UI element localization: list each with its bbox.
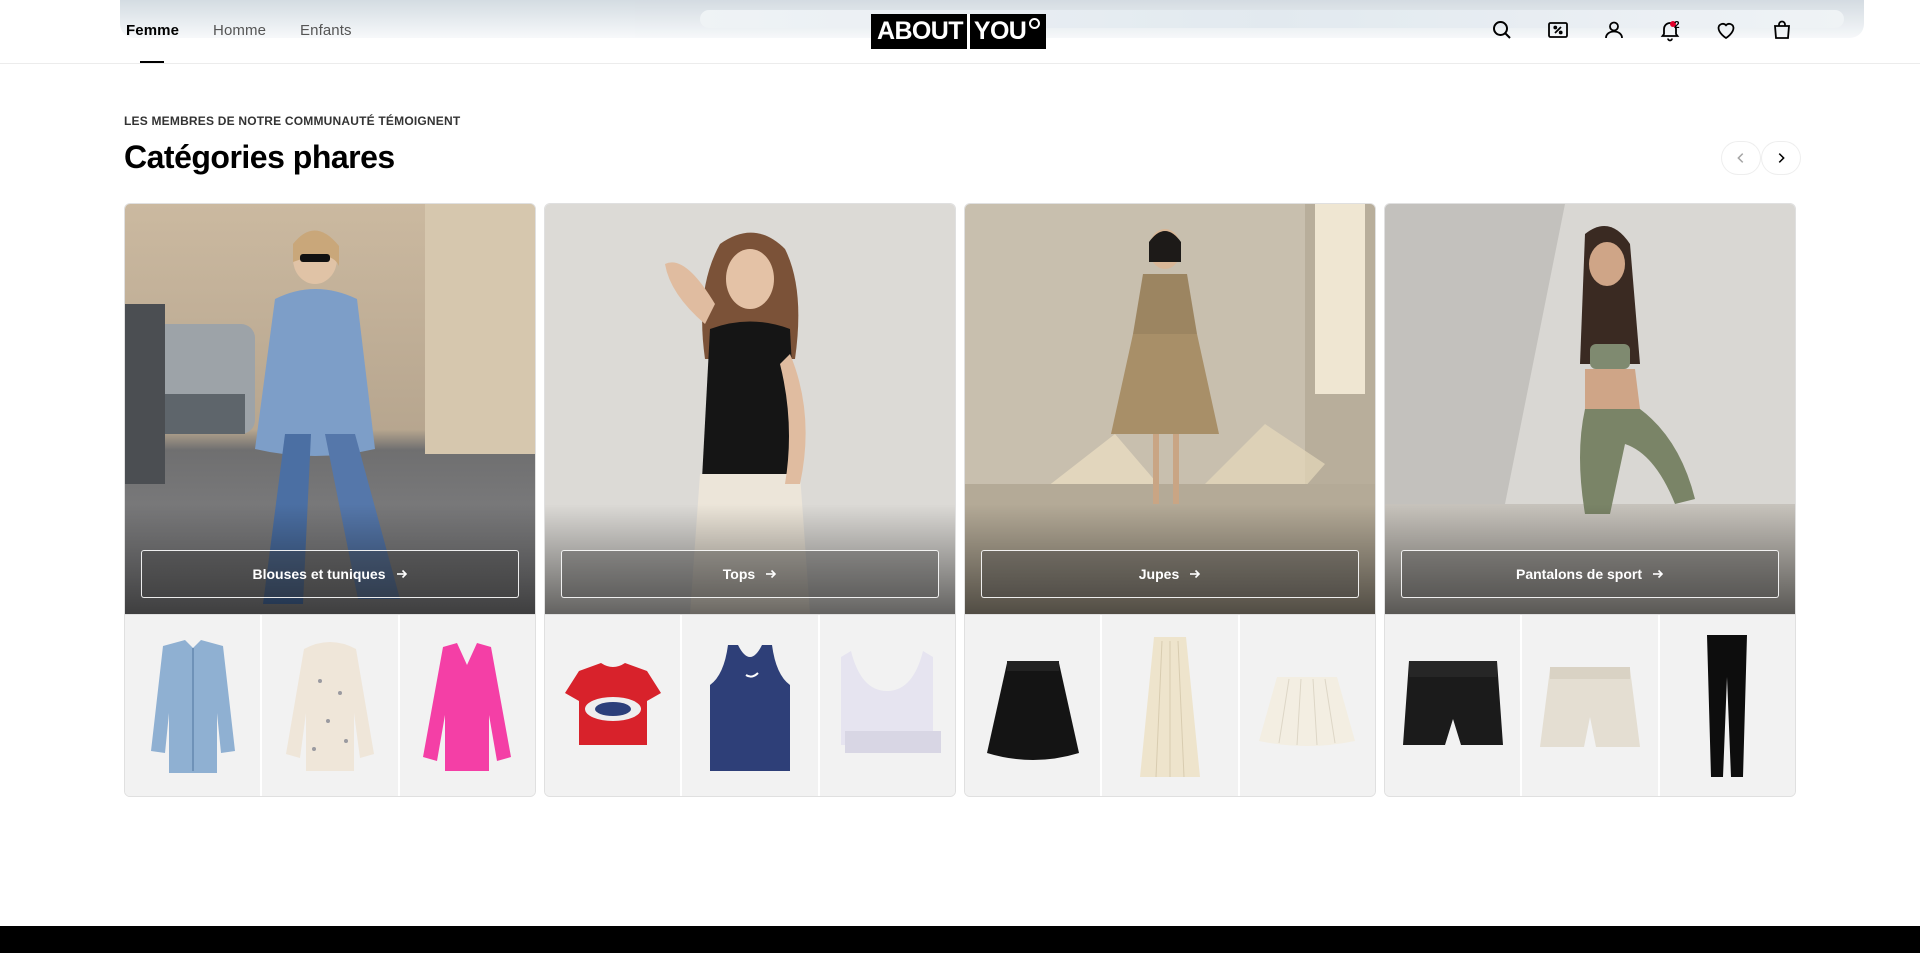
product-tile-pink-blouse[interactable] [399,615,535,796]
category-card-pantalons-sport: Pantalons de sport [1384,203,1796,797]
product-row [125,614,535,796]
category-hero-image[interactable]: Pantalons de sport [1385,204,1795,614]
black-sport-shorts-image [1402,660,1503,745]
white-sport-top-image [841,650,942,753]
logo-text-left: ABOUT [877,17,963,45]
section-title: Catégories phares [124,139,395,175]
category-carousel: Blouses et tuniques Tops Jupes Pantalons… [124,203,1796,797]
carousel-controls [1722,142,1800,174]
beige-shorts-image [1539,666,1640,747]
category-button-blouses[interactable]: Blouses et tuniques [141,550,519,598]
nav-item-enfants[interactable]: Enfants [300,22,352,39]
about-you-logo[interactable]: ABOUT YOU [871,14,1047,49]
product-tile-cream-maxi-skirt[interactable] [1102,615,1240,796]
bag-icon[interactable] [1770,18,1794,42]
black-leggings-image [1707,634,1748,777]
product-tile-navy-tank-top[interactable] [682,615,820,796]
heart-icon[interactable] [1714,18,1738,42]
account-icon[interactable] [1602,18,1626,42]
red-graphic-tee-image [564,662,661,745]
black-mini-skirt-image [986,660,1079,760]
header-actions: 2 [1490,18,1794,42]
product-tile-white-pleated-skirt[interactable] [1239,615,1375,796]
nav-item-homme[interactable]: Homme [213,22,266,39]
arrow-right-icon [766,569,777,579]
logo-separator [966,14,970,49]
category-button-label: Blouses et tuniques [252,566,386,582]
product-row [965,614,1375,796]
bell-icon[interactable]: 2 [1658,18,1682,42]
category-button-jupes[interactable]: Jupes [981,550,1359,598]
carousel-next-button[interactable] [1762,142,1800,174]
product-row [545,614,955,796]
arrow-right-icon [396,569,407,579]
product-row [1385,614,1795,796]
search-icon[interactable] [1490,18,1514,42]
white-pleated-skirt-image [1259,676,1356,746]
category-hero-image[interactable]: Jupes [965,204,1375,614]
logo-mark-icon [1029,18,1041,29]
floral-blouse-image [285,641,374,771]
nav-item-femme[interactable]: Femme [126,22,179,39]
category-button-tops[interactable]: Tops [561,550,939,598]
product-tile-black-sport-shorts[interactable] [1385,615,1523,796]
product-tile-red-graphic-tee[interactable] [545,615,683,796]
category-hero-image[interactable]: Blouses et tuniques [125,204,535,614]
cream-maxi-skirt-image [1139,636,1200,777]
footer-bar [0,926,1920,953]
site-header: Femme Homme Enfants ABOUT YOU 2 [0,0,1920,64]
gender-nav: Femme Homme Enfants [126,22,352,39]
product-tile-black-mini-skirt[interactable] [965,615,1103,796]
arrow-right-icon [1653,569,1664,579]
category-card-tops: Tops [544,203,956,797]
chevron-left-icon [1737,153,1744,163]
category-card-jupes: Jupes [964,203,1376,797]
product-tile-beige-shorts[interactable] [1522,615,1660,796]
section-eyebrow: LES MEMBRES DE NOTRE COMMUNAUTÉ TÉMOIGNE… [124,114,461,128]
pink-blouse-image [423,642,512,771]
category-button-label: Pantalons de sport [1515,566,1643,582]
product-tile-black-leggings[interactable] [1659,615,1795,796]
category-button-label: Jupes [1138,566,1180,582]
header-bar: Femme Homme Enfants ABOUT YOU 2 [0,0,1920,64]
logo-text-right: YOU [973,17,1027,45]
product-tile-white-sport-top[interactable] [819,615,955,796]
notification-count: 2 [1674,20,1680,31]
category-button-label: Tops [722,566,756,582]
category-button-pantalons-sport[interactable]: Pantalons de sport [1401,550,1779,598]
navy-tank-top-image [709,644,790,771]
nav-active-indicator [140,61,164,63]
category-card-blouses: Blouses et tuniques [124,203,536,797]
voucher-icon[interactable] [1546,18,1570,42]
carousel-prev-button[interactable] [1722,142,1760,174]
arrow-right-icon [1190,569,1201,579]
product-tile-floral-blouse[interactable] [262,615,400,796]
product-tile-denim-shirt[interactable] [125,615,263,796]
denim-shirt-image [150,639,235,773]
category-hero-image[interactable]: Tops [545,204,955,614]
chevron-right-icon [1778,153,1785,163]
